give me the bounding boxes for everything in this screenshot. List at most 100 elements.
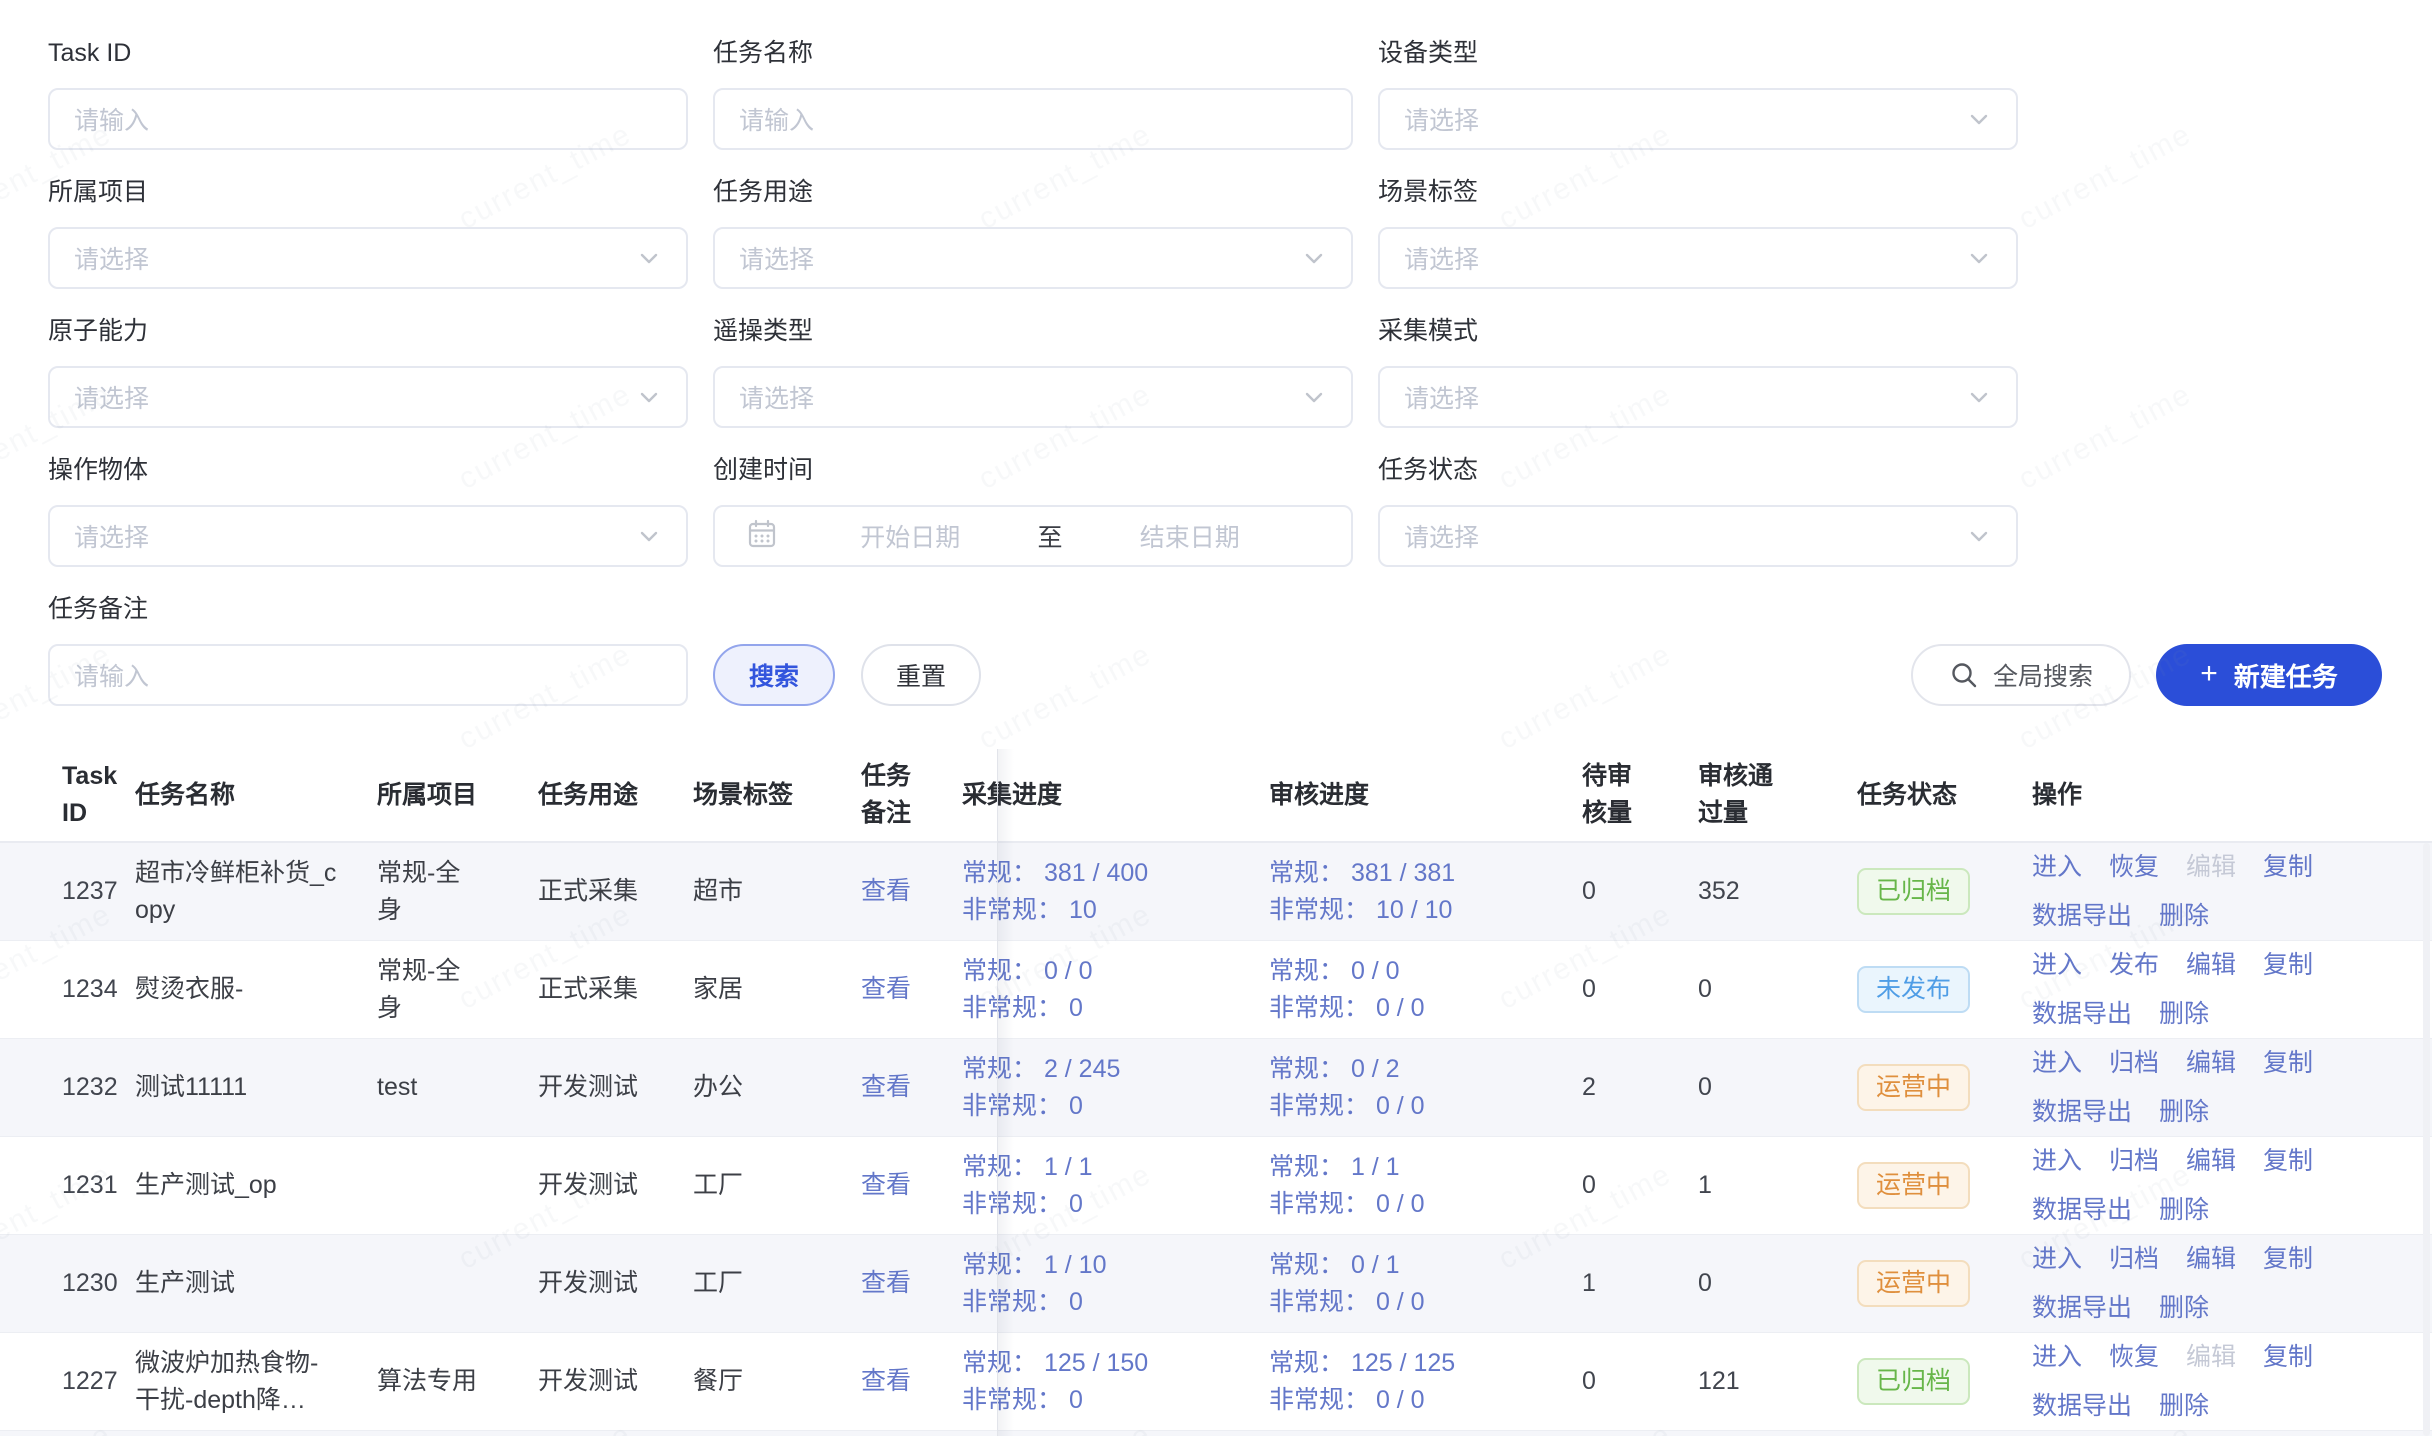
- action-数据导出[interactable]: 数据导出: [2032, 1192, 2132, 1229]
- cell-purpose: 开发测试: [538, 1167, 693, 1204]
- select-scene-tag[interactable]: 请选择: [1378, 227, 2018, 289]
- cell-purpose: 开发测试: [538, 1265, 693, 1302]
- action-删除[interactable]: 删除: [2159, 898, 2209, 935]
- filter-field-atomic-ability: 原子能力请选择: [48, 316, 688, 428]
- action-恢复[interactable]: 恢复: [2109, 1339, 2159, 1376]
- cell-note: 查看: [861, 1167, 935, 1204]
- action-复制[interactable]: 复制: [2263, 849, 2313, 886]
- action-删除[interactable]: 删除: [2159, 1388, 2209, 1425]
- action-数据导出[interactable]: 数据导出: [2032, 1094, 2132, 1131]
- input-task-id[interactable]: 请输入: [48, 88, 688, 150]
- action-归档[interactable]: 归档: [2109, 1045, 2159, 1082]
- select-task-purpose[interactable]: 请选择: [713, 227, 1353, 289]
- filter-field-create-time: 创建时间开始日期至结束日期: [713, 455, 1353, 567]
- cell-passed-count: 0: [1686, 1265, 1857, 1302]
- action-归档[interactable]: 归档: [2109, 1241, 2159, 1278]
- daterange-create-time[interactable]: 开始日期至结束日期: [713, 505, 1353, 567]
- vertical-scrollbar[interactable]: [2423, 843, 2430, 1436]
- filter-label-device-type: 设备类型: [1378, 38, 2018, 68]
- action-编辑: 编辑: [2186, 1339, 2236, 1376]
- create-task-button[interactable]: + 新建任务: [2156, 644, 2382, 706]
- cell-task-id: 1234: [0, 971, 135, 1008]
- status-badge: 运营中: [1857, 1162, 1970, 1209]
- select-task-status[interactable]: 请选择: [1378, 505, 2018, 567]
- placeholder: 请选择: [1404, 101, 1479, 137]
- search-button[interactable]: 搜索: [713, 644, 835, 706]
- select-teleop-type[interactable]: 请选择: [713, 366, 1353, 428]
- filter-buttons: 搜索重置: [713, 644, 1353, 706]
- global-search-button[interactable]: 全局搜索: [1911, 644, 2131, 706]
- select-operate-object[interactable]: 请选择: [48, 505, 688, 567]
- select-collect-mode[interactable]: 请选择: [1378, 366, 2018, 428]
- action-数据导出[interactable]: 数据导出: [2032, 898, 2132, 935]
- action-编辑[interactable]: 编辑: [2186, 947, 2236, 984]
- cell-passed-count: 1: [1686, 1167, 1857, 1204]
- table-header-row: Task ID任务名称所属项目任务用途场景标签任务备注采集进度审核进度待审 核量…: [0, 749, 2432, 843]
- filter-label-project: 所属项目: [48, 177, 688, 207]
- note-view-link[interactable]: 查看: [861, 1269, 911, 1297]
- action-删除[interactable]: 删除: [2159, 1290, 2209, 1327]
- note-view-link[interactable]: 查看: [861, 1171, 911, 1199]
- action-进入[interactable]: 进入: [2032, 947, 2082, 984]
- action-数据导出[interactable]: 数据导出: [2032, 1290, 2132, 1327]
- placeholder: 请输入: [74, 657, 149, 693]
- action-进入[interactable]: 进入: [2032, 1339, 2082, 1376]
- cell-pending-count: 0: [1574, 971, 1686, 1008]
- action-编辑[interactable]: 编辑: [2186, 1143, 2236, 1180]
- cell-task-id: 1227: [0, 1363, 135, 1400]
- input-task-name[interactable]: 请输入: [713, 88, 1353, 150]
- action-归档[interactable]: 归档: [2109, 1143, 2159, 1180]
- table-row: 1231生产测试_op开发测试工厂查看常规： 1 / 1非常规： 0常规： 1 …: [0, 1137, 2432, 1235]
- filter-field-task-id: Task ID请输入: [48, 38, 688, 150]
- global-search-label: 全局搜索: [1993, 657, 2093, 693]
- cell-note: 查看: [861, 971, 935, 1008]
- placeholder: 请选择: [1404, 240, 1479, 276]
- action-复制[interactable]: 复制: [2263, 1045, 2313, 1082]
- action-复制[interactable]: 复制: [2263, 1339, 2313, 1376]
- note-view-link[interactable]: 查看: [861, 877, 911, 905]
- daterange-separator: 至: [1032, 518, 1069, 554]
- chevron-down-icon: [1966, 523, 1992, 549]
- input-task-note[interactable]: 请输入: [48, 644, 688, 706]
- filter-field-scene-tag: 场景标签请选择: [1378, 177, 2018, 289]
- action-进入[interactable]: 进入: [2032, 1045, 2082, 1082]
- cell-note: 查看: [861, 1069, 935, 1106]
- filter-field-task-note: 任务备注请输入: [48, 594, 688, 706]
- action-进入[interactable]: 进入: [2032, 1241, 2082, 1278]
- action-编辑[interactable]: 编辑: [2186, 1045, 2236, 1082]
- action-复制[interactable]: 复制: [2263, 1241, 2313, 1278]
- table-row: 1230生产测试开发测试工厂查看常规： 1 / 10非常规： 0常规： 0 / …: [0, 1235, 2432, 1333]
- note-view-link[interactable]: 查看: [861, 975, 911, 1003]
- action-进入[interactable]: 进入: [2032, 1143, 2082, 1180]
- filter-label-task-status: 任务状态: [1378, 455, 2018, 485]
- cell-project: 常规-全身: [377, 855, 538, 929]
- cell-purpose: 开发测试: [538, 1069, 693, 1106]
- cell-actions: 进入归档编辑复制数据导出删除: [2032, 1045, 2370, 1131]
- action-数据导出[interactable]: 数据导出: [2032, 996, 2132, 1033]
- action-复制[interactable]: 复制: [2263, 1143, 2313, 1180]
- action-复制[interactable]: 复制: [2263, 947, 2313, 984]
- action-删除[interactable]: 删除: [2159, 996, 2209, 1033]
- action-进入[interactable]: 进入: [2032, 849, 2082, 886]
- note-view-link[interactable]: 查看: [861, 1367, 911, 1395]
- review-line: 非常规： 0 / 0: [1269, 1382, 1574, 1419]
- select-device-type[interactable]: 请选择: [1378, 88, 2018, 150]
- column-header-3: 所属项目: [377, 777, 538, 814]
- action-数据导出[interactable]: 数据导出: [2032, 1388, 2132, 1425]
- cell-review-progress: 常规： 0 / 0非常规： 0 / 0: [1269, 953, 1574, 1027]
- action-编辑[interactable]: 编辑: [2186, 1241, 2236, 1278]
- filter-label-scene-tag: 场景标签: [1378, 177, 2018, 207]
- action-发布[interactable]: 发布: [2109, 947, 2159, 984]
- cell-review-progress: 常规： 381 / 381非常规： 10 / 10: [1269, 855, 1574, 929]
- cell-status: 运营中: [1857, 1260, 2032, 1307]
- filter-label-task-name: 任务名称: [713, 38, 1353, 68]
- select-project[interactable]: 请选择: [48, 227, 688, 289]
- select-atomic-ability[interactable]: 请选择: [48, 366, 688, 428]
- review-line: 常规： 1 / 1: [1269, 1149, 1574, 1186]
- action-删除[interactable]: 删除: [2159, 1192, 2209, 1229]
- action-恢复[interactable]: 恢复: [2109, 849, 2159, 886]
- action-删除[interactable]: 删除: [2159, 1094, 2209, 1131]
- search-icon: [1949, 660, 1979, 690]
- reset-button[interactable]: 重置: [861, 644, 981, 706]
- note-view-link[interactable]: 查看: [861, 1073, 911, 1101]
